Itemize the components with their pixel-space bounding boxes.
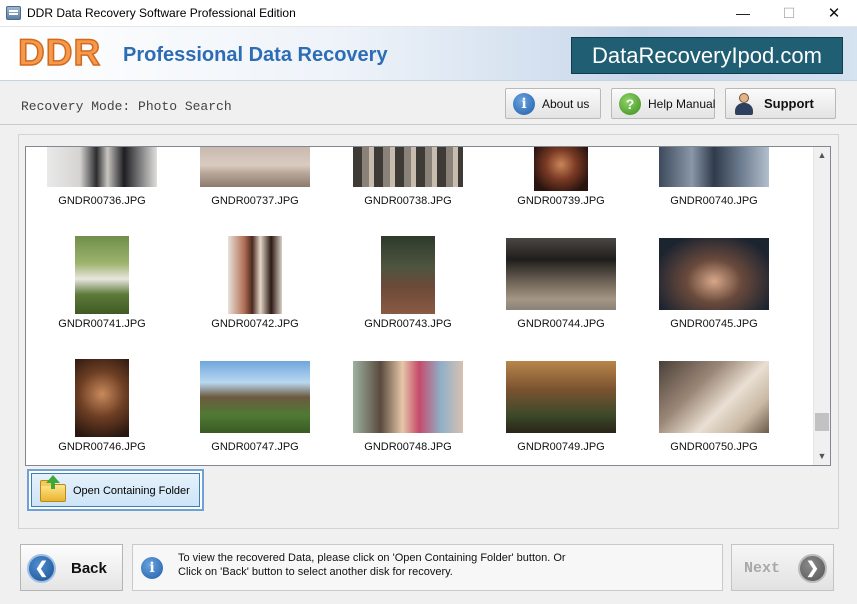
- photo-thumbnail[interactable]: [75, 359, 129, 437]
- file-name: GNDR00740.JPG: [670, 195, 758, 207]
- help-manual-button[interactable]: ? Help Manual: [611, 88, 715, 119]
- maximize-button[interactable]: ☐: [766, 0, 812, 27]
- scroll-down-arrow-icon[interactable]: ▼: [814, 448, 830, 465]
- file-name: GNDR00737.JPG: [211, 195, 299, 207]
- back-arrow-icon: ❮: [27, 554, 56, 583]
- photo-thumbnail[interactable]: [353, 361, 463, 433]
- file-name: GNDR00736.JPG: [58, 195, 146, 207]
- photo-thumbnail[interactable]: [228, 236, 282, 314]
- photo-thumbnail[interactable]: [75, 236, 129, 314]
- support-button[interactable]: Support: [725, 88, 836, 119]
- help-icon: ?: [619, 93, 641, 115]
- file-name: GNDR00746.JPG: [58, 441, 146, 453]
- photo-thumbnail[interactable]: [659, 238, 769, 310]
- recovery-mode-label: Recovery Mode: Photo Search: [21, 99, 232, 114]
- file-name: GNDR00748.JPG: [364, 441, 452, 453]
- next-label: Next: [744, 560, 781, 577]
- instruction-text: To view the recovered Data, please click…: [178, 551, 718, 579]
- photo-thumbnail[interactable]: [381, 236, 435, 314]
- instruction-line-2: Click on 'Back' button to select another…: [178, 566, 453, 578]
- file-name: GNDR00750.JPG: [670, 441, 758, 453]
- file-name: GNDR00742.JPG: [211, 318, 299, 330]
- photo-gallery[interactable]: GNDR00736.JPG GNDR00737.JPG GNDR00738.JP…: [25, 146, 831, 466]
- minimize-button[interactable]: —: [720, 0, 766, 27]
- gallery-scrollbar[interactable]: ▲ ▼: [813, 147, 830, 465]
- help-manual-label: Help Manual: [648, 97, 716, 111]
- file-name: GNDR00738.JPG: [364, 195, 452, 207]
- scrollbar-thumb[interactable]: [815, 413, 829, 431]
- photo-thumbnail[interactable]: [659, 361, 769, 433]
- file-name: GNDR00739.JPG: [517, 195, 605, 207]
- back-button[interactable]: ❮ Back: [20, 544, 123, 591]
- photo-thumbnail[interactable]: [353, 147, 463, 187]
- photo-thumbnail[interactable]: [200, 361, 310, 433]
- file-name: GNDR00745.JPG: [670, 318, 758, 330]
- info-icon: i: [513, 93, 535, 115]
- support-label: Support: [764, 96, 814, 111]
- photo-thumbnail[interactable]: [506, 238, 616, 310]
- photo-thumbnail[interactable]: [534, 147, 588, 191]
- window-title: DDR Data Recovery Software Professional …: [27, 6, 296, 20]
- instruction-box: i To view the recovered Data, please cli…: [132, 544, 723, 591]
- instruction-line-1: To view the recovered Data, please click…: [178, 552, 566, 564]
- back-label: Back: [71, 560, 107, 577]
- next-button[interactable]: Next ❯: [731, 544, 834, 591]
- photo-thumbnail[interactable]: [659, 147, 769, 187]
- next-arrow-icon: ❯: [798, 554, 827, 583]
- app-icon: [6, 6, 21, 20]
- info-icon: i: [141, 557, 163, 579]
- title-bar: DDR Data Recovery Software Professional …: [0, 0, 857, 27]
- file-name: GNDR00749.JPG: [517, 441, 605, 453]
- ddr-logo: DDR: [17, 31, 102, 74]
- banner-title: Professional Data Recovery: [123, 44, 388, 66]
- header-divider: [0, 124, 857, 125]
- photo-thumbnail[interactable]: [47, 147, 157, 187]
- header-banner: DDR Professional Data Recovery DataRecov…: [0, 27, 857, 81]
- file-name: GNDR00743.JPG: [364, 318, 452, 330]
- open-containing-folder-button[interactable]: Open Containing Folder: [27, 469, 204, 511]
- support-person-icon: [735, 93, 753, 115]
- close-button[interactable]: ✕: [811, 0, 857, 27]
- about-us-label: About us: [542, 97, 590, 111]
- scroll-up-arrow-icon[interactable]: ▲: [814, 147, 830, 164]
- site-url-badge: DataRecoveryIpod.com: [571, 37, 843, 74]
- file-name: GNDR00744.JPG: [517, 318, 605, 330]
- photo-thumbnail[interactable]: [200, 147, 310, 187]
- file-name: GNDR00747.JPG: [211, 441, 299, 453]
- about-us-button[interactable]: i About us: [505, 88, 601, 119]
- photo-thumbnail[interactable]: [506, 361, 616, 433]
- open-folder-label: Open Containing Folder: [73, 485, 190, 497]
- file-name: GNDR00741.JPG: [58, 318, 146, 330]
